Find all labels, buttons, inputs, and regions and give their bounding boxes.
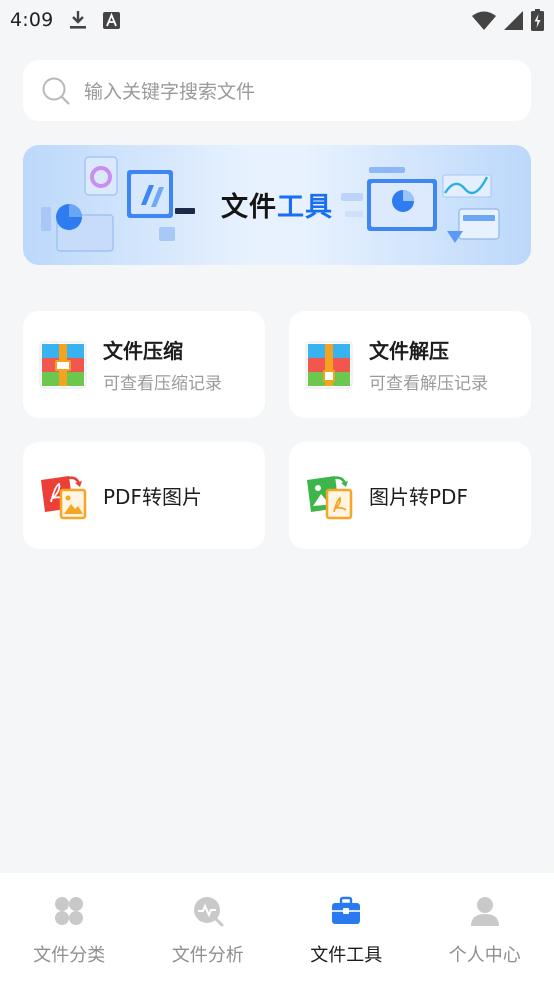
- nav-label: 个人中心: [448, 945, 521, 966]
- battery-charging-icon: [531, 9, 544, 31]
- file-extract-card[interactable]: 文件解压 可查看解压记录: [289, 311, 531, 418]
- banner-title: 文件工具: [23, 185, 531, 224]
- archive-compress-icon: [39, 341, 87, 388]
- archive-extract-icon: [305, 341, 353, 388]
- search-placeholder: 输入关键字搜索文件: [84, 81, 256, 103]
- pdf-to-image-icon: [41, 475, 87, 519]
- wifi-icon: [472, 11, 496, 30]
- image-to-pdf-card[interactable]: 图片转PDF: [289, 442, 531, 549]
- nav-label: 文件分析: [171, 945, 244, 966]
- bottom-nav: 文件分类 文件分析 文件工具 个人中心: [0, 873, 554, 984]
- nav-item-file-category[interactable]: 文件分类: [0, 873, 139, 984]
- status-time: 4:09: [10, 9, 54, 31]
- nav-item-profile[interactable]: 个人中心: [416, 873, 554, 984]
- toolbox-icon: [332, 896, 361, 924]
- nav-item-file-tools[interactable]: 文件工具: [277, 873, 416, 984]
- file-tools-banner[interactable]: 文件工具: [23, 145, 531, 265]
- card-title: PDF转图片: [103, 485, 202, 509]
- card-title: 文件压缩: [103, 339, 183, 363]
- card-title: 文件解压: [369, 339, 449, 363]
- search-icon: [42, 77, 70, 105]
- banner-title-part1: 文件: [221, 192, 277, 223]
- card-title: 图片转PDF: [369, 485, 468, 509]
- search-input[interactable]: 输入关键字搜索文件: [23, 60, 531, 121]
- card-subtitle: 可查看解压记录: [369, 374, 488, 394]
- nav-label: 文件工具: [310, 945, 383, 966]
- a-badge-icon: [103, 11, 121, 29]
- status-bar: 4:09: [0, 0, 554, 40]
- nav-item-file-analysis[interactable]: 文件分析: [139, 873, 278, 984]
- file-tools-screen: 4:09 输入关键字搜索文件 文件工具 文件压缩 可查看压缩记录 文件解压 可查…: [0, 0, 554, 984]
- person-icon: [470, 897, 499, 926]
- category-grid-icon: [55, 897, 84, 925]
- download-icon: [70, 11, 87, 29]
- card-subtitle: 可查看压缩记录: [103, 374, 222, 394]
- image-to-pdf-icon: [307, 475, 353, 519]
- analysis-icon: [193, 897, 224, 927]
- signal-icon: [504, 10, 523, 30]
- file-compress-card[interactable]: 文件压缩 可查看压缩记录: [23, 311, 265, 418]
- nav-label: 文件分类: [33, 945, 106, 966]
- pdf-to-image-card[interactable]: PDF转图片: [23, 442, 265, 549]
- banner-title-part2: 工具: [277, 192, 333, 223]
